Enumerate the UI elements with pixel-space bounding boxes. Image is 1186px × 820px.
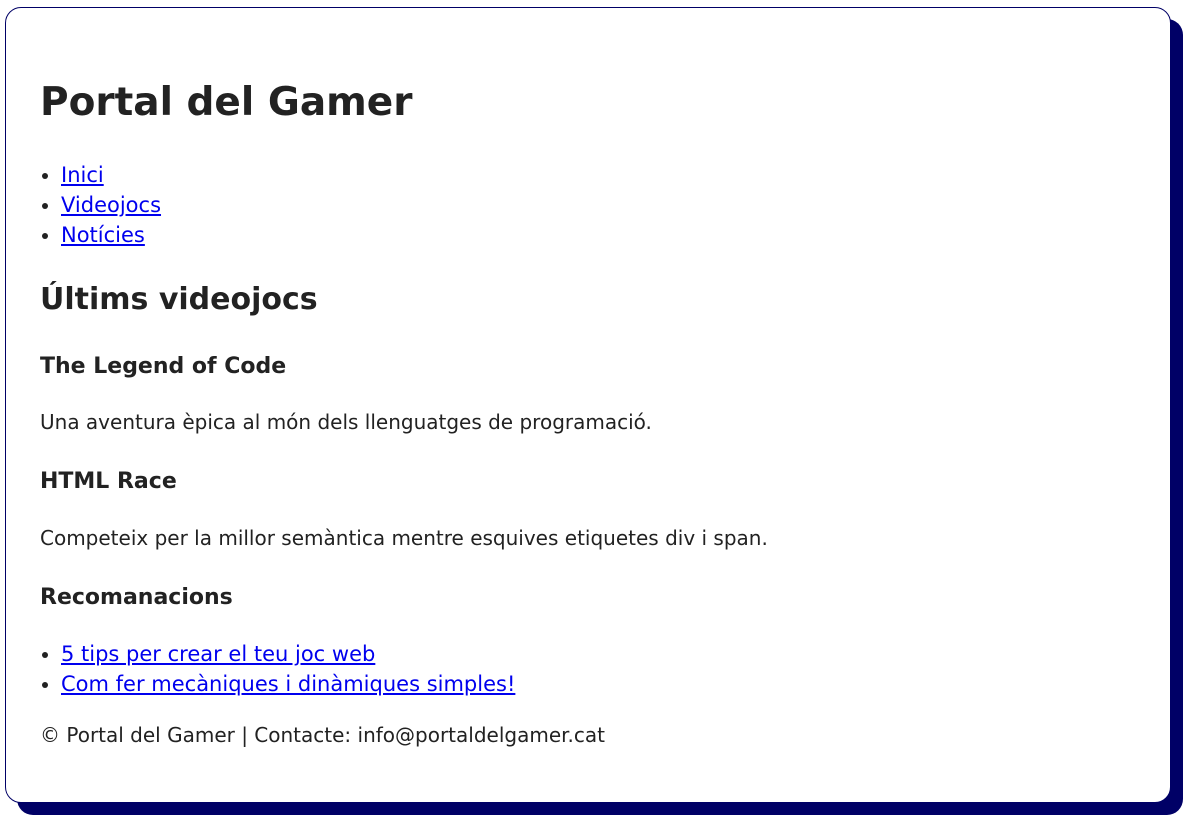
recommendations-title: Recomanacions: [40, 585, 233, 610]
recommendation-item: 5 tips per crear el teu joc web: [61, 639, 515, 669]
recommendations-section: 5 tips per crear el teu joc web Com fer …: [6, 639, 515, 699]
main-nav: Inici Videojocs Notícies: [6, 160, 161, 250]
nav-link-inici[interactable]: Inici: [61, 163, 104, 187]
nav-item-videojocs: Videojocs: [61, 190, 161, 220]
site-title: Portal del Gamer: [40, 80, 413, 125]
game-description: Competeix per la millor semàntica mentre…: [40, 526, 768, 550]
nav-list: Inici Videojocs Notícies: [6, 160, 161, 250]
game-title: The Legend of Code: [40, 354, 287, 379]
game-description: Una aventura èpica al món dels llenguatg…: [40, 410, 652, 434]
recommendation-link[interactable]: Com fer mecàniques i dinàmiques simples!: [61, 672, 515, 696]
nav-link-noticies[interactable]: Notícies: [61, 223, 145, 247]
recommendation-link[interactable]: 5 tips per crear el teu joc web: [61, 642, 375, 666]
nav-item-inici: Inici: [61, 160, 161, 190]
recommendation-item: Com fer mecàniques i dinàmiques simples!: [61, 669, 515, 699]
page-card: Portal del Gamer Inici Videojocs Notície…: [5, 7, 1171, 803]
footer-text: © Portal del Gamer | Contacte: info@port…: [40, 723, 605, 747]
recommendations-list: 5 tips per crear el teu joc web Com fer …: [6, 639, 515, 699]
section-title-latest-games: Últims videojocs: [40, 282, 318, 317]
nav-link-videojocs[interactable]: Videojocs: [61, 193, 161, 217]
game-title: HTML Race: [40, 469, 177, 494]
nav-item-noticies: Notícies: [61, 220, 161, 250]
